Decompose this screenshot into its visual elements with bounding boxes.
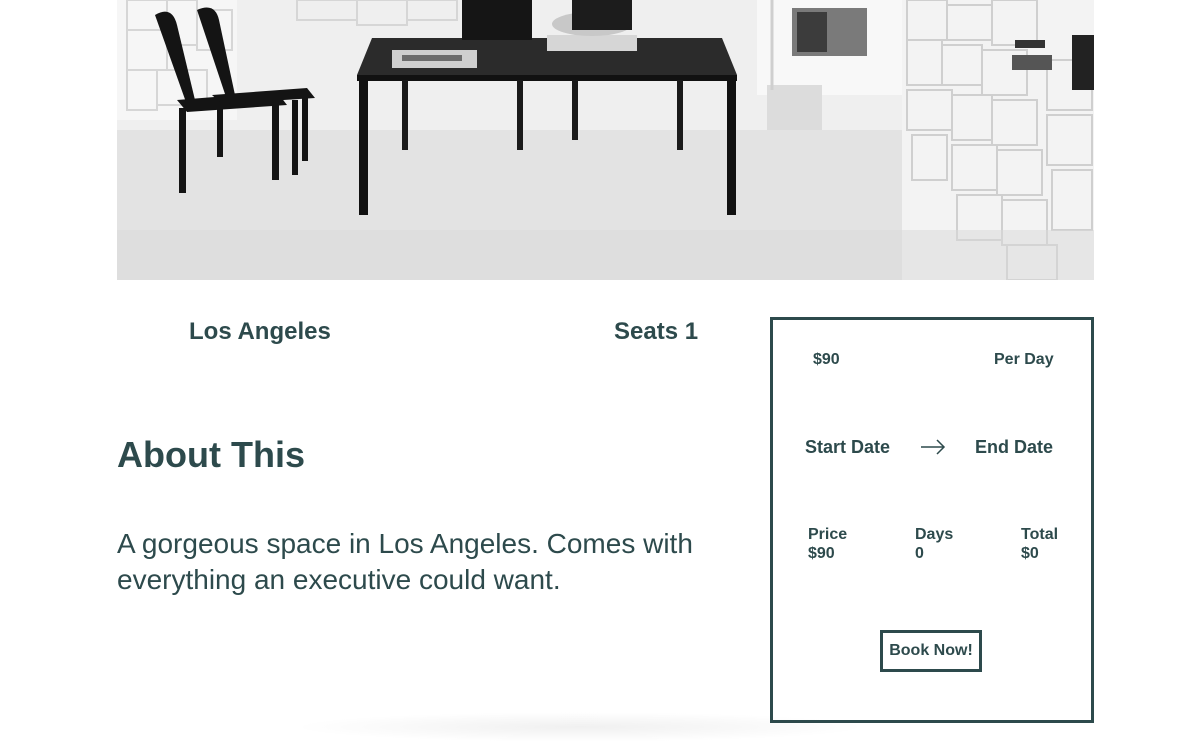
summary-days-label: Days [915,526,954,543]
start-date-picker[interactable]: Start Date [805,437,890,458]
summary-total-value: $0 [1021,545,1039,562]
summary-total: Total $0 [1021,525,1058,563]
summary-price-label: Price [808,526,848,543]
end-date-picker[interactable]: End Date [975,437,1053,458]
booking-card: $90 Per Day Start Date End Date Price $9… [770,317,1094,723]
summary-days: Days 0 [915,525,953,563]
bottom-shadow [290,712,870,742]
arrow-right-icon [920,437,946,457]
listing-photo [117,0,1094,280]
about-description: A gorgeous space in Los Angeles. Comes w… [117,528,693,595]
listing-seats: Seats 1 [614,318,699,345]
summary-days-value: 0 [915,545,924,562]
listing-location: Los Angeles [189,318,331,345]
daily-price: $90 [813,351,840,368]
summary-price-value: $90 [808,545,835,562]
summary-price: Price $90 [808,525,847,563]
rate-unit: Per Day [994,351,1054,368]
book-now-button[interactable]: Book Now! [880,630,982,672]
about-heading: About This [117,434,305,475]
summary-total-label: Total [1021,526,1059,543]
